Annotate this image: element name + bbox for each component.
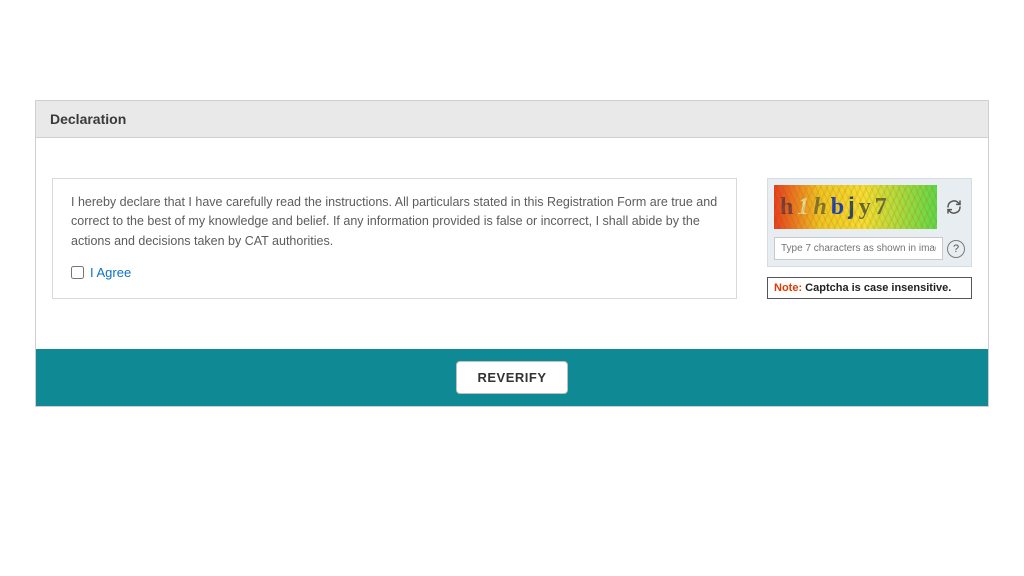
captcha-input-row: ? <box>774 237 965 260</box>
note-text: Captcha is case insensitive. <box>805 282 951 294</box>
captcha-column: h 1 h b j y 7 <box>767 178 972 299</box>
captcha-char: j <box>848 193 855 221</box>
declaration-text: I hereby declare that I have carefully r… <box>71 193 718 251</box>
footer-bar: REVERIFY <box>36 349 988 406</box>
declaration-box: I hereby declare that I have carefully r… <box>52 178 737 299</box>
captcha-char: y <box>859 194 871 221</box>
agree-label[interactable]: I Agree <box>90 265 131 280</box>
panel-title: Declaration <box>36 101 988 138</box>
captcha-char: h <box>813 194 826 221</box>
help-icon[interactable]: ? <box>947 240 965 258</box>
captcha-char: b <box>831 194 844 221</box>
agree-checkbox[interactable] <box>71 266 84 279</box>
declaration-panel: Declaration I hereby declare that I have… <box>35 100 989 407</box>
captcha-card: h 1 h b j y 7 <box>767 178 972 267</box>
captcha-char: h <box>780 194 793 221</box>
note-label: Note: <box>774 282 802 294</box>
captcha-char: 1 <box>797 194 809 221</box>
captcha-input[interactable] <box>774 237 943 260</box>
captcha-note: Note: Captcha is case insensitive. <box>767 277 972 299</box>
reverify-button[interactable]: REVERIFY <box>456 361 567 394</box>
captcha-char: 7 <box>875 194 887 221</box>
captcha-image: h 1 h b j y 7 <box>774 185 937 229</box>
captcha-top-row: h 1 h b j y 7 <box>774 185 965 229</box>
panel-body: I hereby declare that I have carefully r… <box>36 138 988 349</box>
refresh-icon[interactable] <box>943 196 965 218</box>
captcha-chars: h 1 h b j y 7 <box>774 185 937 229</box>
agree-row: I Agree <box>71 265 718 280</box>
